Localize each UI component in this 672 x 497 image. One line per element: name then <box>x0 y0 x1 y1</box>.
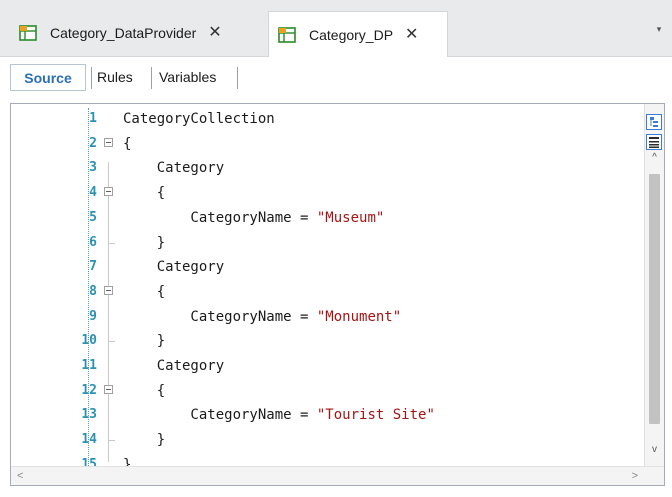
line-number: 12 <box>81 382 97 398</box>
code-line[interactable]: 1 CategoryCollection <box>11 107 631 131</box>
tab-category-dataprovider[interactable]: Category_DataProvider ✕ <box>6 11 268 55</box>
code-text: { <box>123 379 165 403</box>
fold-end-marker <box>108 440 115 442</box>
code-line[interactable]: 11 Category <box>11 354 631 378</box>
data-provider-icon <box>278 26 296 43</box>
line-number: 6 <box>89 234 97 250</box>
code-token: { <box>123 135 132 152</box>
line-number: 4 <box>89 185 97 201</box>
code-line[interactable]: 9 CategoryName = "Monument" <box>11 305 631 329</box>
string-literal: "Museum" <box>316 209 385 226</box>
code-line[interactable]: 7 Category <box>11 255 631 279</box>
code-token: { <box>123 382 166 399</box>
line-number: 7 <box>89 259 97 275</box>
collapse-icon[interactable] <box>104 187 113 197</box>
code-text: CategoryName = "Tourist Site" <box>123 403 435 427</box>
scroll-right-icon[interactable]: > <box>632 467 638 485</box>
close-tab-icon[interactable]: ✕ <box>208 25 221 41</box>
scroll-left-icon[interactable]: < <box>17 467 23 485</box>
code-line[interactable]: 13 CategoryName = "Tourist Site" <box>11 403 631 427</box>
string-literal: "Monument" <box>316 308 402 325</box>
code-text: CategoryName = "Monument" <box>123 305 401 329</box>
code-text: } <box>123 329 165 353</box>
collapse-icon[interactable] <box>104 137 113 147</box>
line-number: 9 <box>89 308 97 324</box>
divider <box>91 67 92 89</box>
horizontal-scrollbar[interactable]: < > <box>11 466 664 485</box>
code-text: } <box>123 428 165 452</box>
tab-overflow-dropdown-icon[interactable]: ▾ <box>652 24 666 38</box>
scroll-up-icon[interactable]: ^ <box>645 152 664 163</box>
divider <box>237 67 238 89</box>
code-token: } <box>123 333 166 350</box>
code-token: { <box>123 185 166 202</box>
code-token: CategoryName = <box>123 209 317 226</box>
tab-label: Category_DP <box>309 26 394 43</box>
code-token: Category <box>123 358 225 374</box>
code-line[interactable]: 8 { <box>11 280 631 304</box>
tab-rules[interactable]: Rules <box>93 64 137 91</box>
code-line[interactable]: 10 } <box>11 329 631 353</box>
tab-variables[interactable]: Variables <box>155 64 220 91</box>
line-number: 5 <box>89 209 97 225</box>
code-text: { <box>123 280 165 304</box>
line-number: 3 <box>89 160 97 176</box>
divider <box>151 67 152 89</box>
code-text: { <box>123 132 131 156</box>
fold-end-marker <box>108 341 115 343</box>
collapse-icon[interactable] <box>104 285 113 295</box>
collapse-icon[interactable] <box>104 384 113 394</box>
text-view-icon[interactable] <box>646 134 662 150</box>
code-token: CategoryName = <box>123 407 317 424</box>
scroll-down-icon[interactable]: v <box>645 444 664 455</box>
code-text: Category <box>123 255 224 279</box>
line-number: 1 <box>89 111 97 126</box>
code-line[interactable]: 5 CategoryName = "Museum" <box>11 206 631 230</box>
code-token: Category <box>123 259 225 276</box>
code-text: { <box>123 181 165 205</box>
code-token: { <box>123 283 166 300</box>
document-tab-bar: Category_DataProvider ✕ Category_DP ✕ ▾ <box>0 0 672 57</box>
code-text: CategoryName = "Museum" <box>123 206 384 230</box>
string-literal: "Tourist Site" <box>316 407 435 424</box>
data-provider-icon <box>19 25 37 41</box>
vertical-scrollbar[interactable]: ^ v <box>644 104 664 469</box>
code-line[interactable]: 12 { <box>11 379 631 403</box>
code-text: } <box>123 231 165 255</box>
vertical-scroll-thumb[interactable] <box>649 174 660 424</box>
line-number: 8 <box>89 283 97 299</box>
line-number: 13 <box>81 407 97 423</box>
line-number: 10 <box>81 333 97 349</box>
code-token: CategoryName = <box>123 308 317 325</box>
line-number: 14 <box>81 432 97 448</box>
code-line[interactable]: 6 } <box>11 231 631 255</box>
code-line[interactable]: 3 Category <box>11 156 631 180</box>
tab-label: Category_DataProvider <box>50 25 197 41</box>
source-code-editor[interactable]: 1 CategoryCollection 2{3 Category 4 {5 Cate… <box>10 103 665 486</box>
fold-end-marker <box>108 242 115 244</box>
code-line[interactable]: 14 } <box>11 428 631 452</box>
code-token: Category <box>123 160 225 177</box>
line-number: 11 <box>81 358 97 373</box>
code-token: } <box>123 234 166 251</box>
tab-category-dp[interactable]: Category_DP ✕ <box>268 11 448 57</box>
code-token: CategoryCollection <box>123 111 275 127</box>
code-text: Category <box>123 156 224 180</box>
code-line[interactable]: 4 { <box>11 181 631 205</box>
code-line[interactable]: 2{ <box>11 132 631 156</box>
code-token: } <box>123 432 166 449</box>
close-tab-icon[interactable]: ✕ <box>405 26 418 43</box>
code-text: Category <box>123 354 224 378</box>
outline-view-icon[interactable] <box>646 114 662 130</box>
tab-source[interactable]: Source <box>10 64 86 91</box>
code-text: CategoryCollection <box>123 107 275 131</box>
line-number: 2 <box>89 135 97 151</box>
editor-section-bar: Source Rules Variables <box>0 57 672 100</box>
